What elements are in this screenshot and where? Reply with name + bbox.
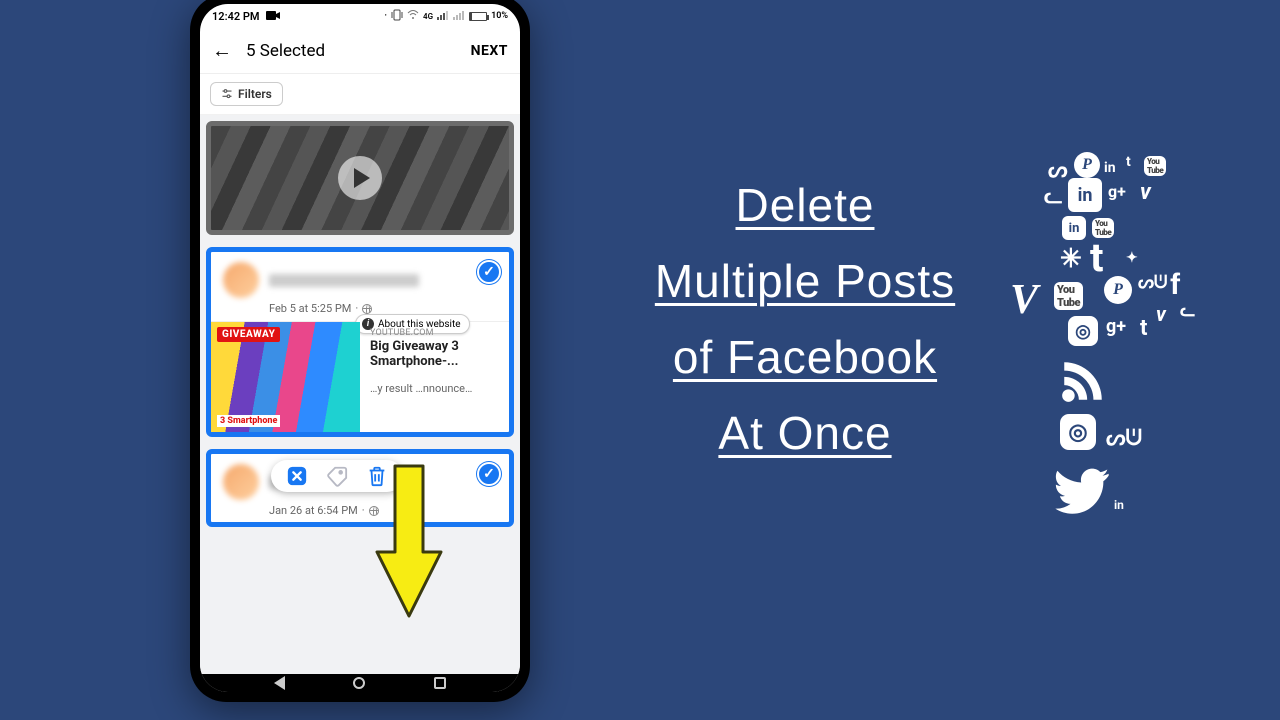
back-icon[interactable]: ← xyxy=(212,38,232,63)
selection-toolbar: ← 5 Selected NEXT xyxy=(200,28,520,74)
linkedin-tiny-icon: in xyxy=(1114,498,1124,512)
pinterest-icon: P xyxy=(1074,152,1100,178)
nav-recent-icon[interactable] xyxy=(434,677,446,689)
social-icons-collage: ᔕ P in t YouTube ᓚ in g+ v in YouTube ✳︎… xyxy=(1010,150,1240,570)
trash-action-icon[interactable] xyxy=(365,464,389,488)
status-bar: 12:42 PM · 4G xyxy=(200,4,520,28)
rss2-icon: ᓚ xyxy=(1180,300,1195,321)
link-desc: …y result …nnounce… xyxy=(370,382,501,395)
wifi-icon xyxy=(407,10,419,23)
battery-icon xyxy=(469,12,487,21)
link-title: Big Giveaway 3 Smartphone-... xyxy=(370,340,501,370)
tumblr-big-icon: t xyxy=(1090,234,1104,281)
filters-label: Filters xyxy=(238,87,272,101)
avatar xyxy=(223,464,259,500)
globe-icon xyxy=(362,304,372,314)
meta-sep: · xyxy=(362,504,365,517)
battery-pct: 10% xyxy=(491,11,508,21)
post-meta: Jan 26 at 6:54 PM · xyxy=(211,504,509,523)
meta-sep: · xyxy=(355,302,358,315)
post-timestamp: Feb 5 at 5:25 PM xyxy=(269,302,351,315)
camera-icon xyxy=(266,10,280,23)
android-navbar xyxy=(200,674,520,692)
twitter-big-icon xyxy=(1050,458,1114,522)
selection-title: 5 Selected xyxy=(246,41,471,61)
stumble2-icon: ᔕᕫ xyxy=(1138,272,1167,293)
play-icon[interactable] xyxy=(338,156,382,200)
vimeo-big-icon: V xyxy=(1010,276,1038,324)
vimeo-mini-icon: v xyxy=(1140,180,1151,205)
rss-big-icon xyxy=(1058,356,1108,406)
globe-icon xyxy=(369,506,379,516)
post-card-selected[interactable]: ✓ Feb 5 at 5:25 PM · i xyxy=(206,247,514,437)
gplus2-icon: g+ xyxy=(1106,316,1126,337)
headline: Delete Multiple Posts of Facebook At Onc… xyxy=(590,168,1020,472)
headline-line4: At Once xyxy=(718,407,891,459)
gplus-icon: g+ xyxy=(1108,182,1126,201)
instagram2-icon: ◎ xyxy=(1060,414,1096,450)
signal-icon xyxy=(437,12,449,20)
nav-home-icon[interactable] xyxy=(353,677,365,689)
link-thumbnail: GIVEAWAY 3 Smartphone xyxy=(211,322,360,432)
stumble-icon: ᔕ xyxy=(1048,158,1068,183)
checkmark-icon[interactable]: ✓ xyxy=(477,260,501,284)
signal2-icon xyxy=(453,12,465,20)
post-action-popover xyxy=(271,460,403,492)
post-timestamp: Jan 26 at 6:54 PM xyxy=(269,504,358,517)
filters-row: Filters xyxy=(200,74,520,115)
feed[interactable]: ✓ Feb 5 at 5:25 PM · i xyxy=(200,115,520,674)
linkedin2-icon: in xyxy=(1062,216,1086,240)
tumblr-mini-icon: t xyxy=(1126,154,1131,170)
nav-back-icon[interactable] xyxy=(274,676,285,690)
youtube3-icon: YouTube xyxy=(1054,282,1083,310)
rss-icon: ᓚ xyxy=(1044,184,1063,209)
vimeo3-icon: v xyxy=(1156,302,1166,326)
tumblr3-icon: t xyxy=(1140,316,1147,341)
video-post[interactable] xyxy=(206,121,514,235)
linkedin-mini-icon: in xyxy=(1104,160,1116,176)
avatar xyxy=(223,262,259,298)
net-label: 4G xyxy=(423,12,433,21)
twitter-mini-icon: ✦ xyxy=(1126,250,1138,266)
instagram-icon: ◎ xyxy=(1068,316,1098,346)
yelp-icon: ✳︎ xyxy=(1060,244,1082,274)
profile-name xyxy=(269,274,419,287)
headline-line3: of Facebook xyxy=(673,331,937,383)
vibrate-icon: · xyxy=(384,11,387,21)
thumb-caption: 3 Smartphone xyxy=(217,415,280,427)
linkedin-big-icon: in xyxy=(1068,178,1102,212)
post-card-selected-2[interactable]: ✓ xyxy=(206,449,514,527)
headline-line2: Multiple Posts xyxy=(655,255,955,307)
phone-screen: 12:42 PM · 4G xyxy=(200,4,520,692)
youtube-mini-icon: YouTube xyxy=(1144,156,1166,176)
stumble3-icon: ᔕᕫ xyxy=(1106,426,1142,451)
tag-action-icon[interactable] xyxy=(325,464,349,488)
pinterest2-icon: P xyxy=(1104,276,1132,304)
next-button[interactable]: NEXT xyxy=(471,43,508,59)
post-header xyxy=(211,252,509,302)
headline-line1: Delete xyxy=(736,179,875,231)
status-time: 12:42 PM xyxy=(212,10,260,23)
link-source: YOUTUBE.COM xyxy=(370,328,501,338)
phone-frame: 12:42 PM · 4G xyxy=(190,0,530,702)
post-header xyxy=(211,454,509,504)
link-preview[interactable]: i About this website GIVEAWAY 3 Smartpho… xyxy=(211,321,509,432)
giveaway-badge: GIVEAWAY xyxy=(217,327,280,342)
facebook-icon: f xyxy=(1170,268,1180,302)
sliders-icon xyxy=(221,88,233,100)
remove-action-icon[interactable] xyxy=(285,464,309,488)
filters-button[interactable]: Filters xyxy=(210,82,283,106)
vibrate2-icon xyxy=(391,9,403,24)
